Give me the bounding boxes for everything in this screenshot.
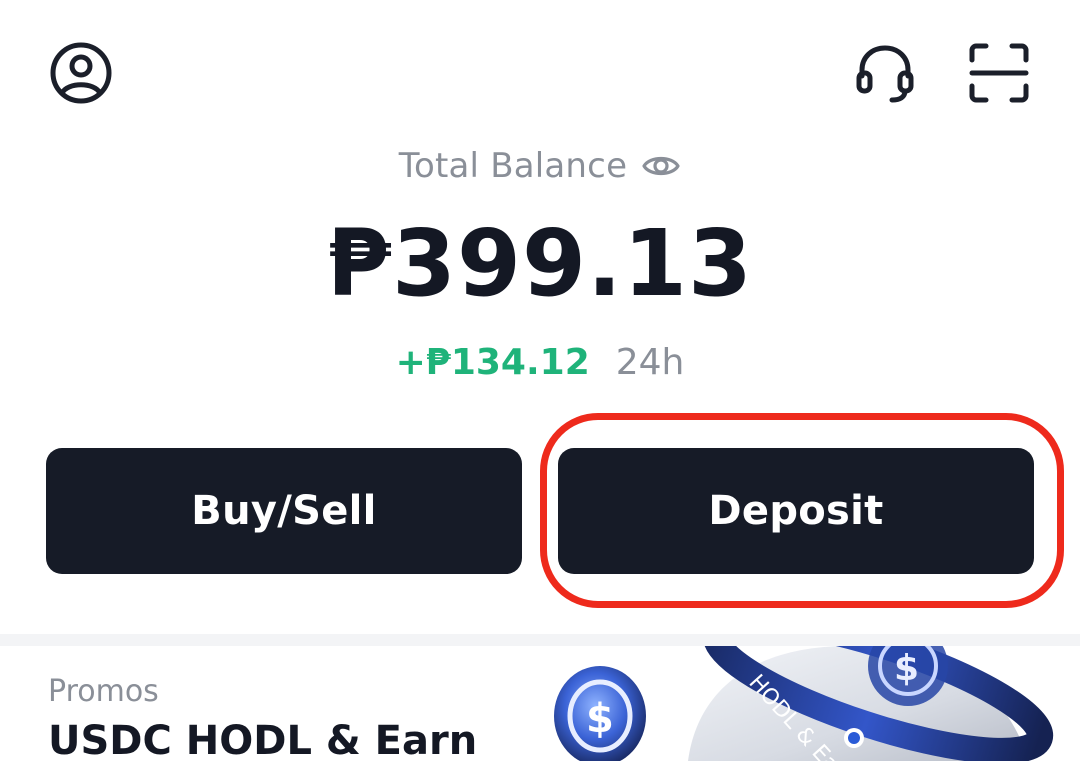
balance-change-period: 24h bbox=[615, 342, 685, 383]
svg-text:$: $ bbox=[586, 696, 614, 742]
profile-button[interactable] bbox=[48, 40, 114, 106]
support-button[interactable] bbox=[852, 40, 918, 106]
toggle-visibility-button[interactable] bbox=[641, 146, 681, 186]
balance-change-value: +₱134.12 bbox=[395, 342, 590, 383]
scan-button[interactable] bbox=[966, 40, 1032, 106]
promo-title: USDC HODL & Earn bbox=[48, 718, 478, 761]
deposit-button[interactable]: Deposit bbox=[558, 448, 1034, 574]
total-balance-amount: ₱399.13 bbox=[326, 210, 754, 317]
buy-sell-button[interactable]: Buy/Sell bbox=[46, 448, 522, 574]
eye-icon bbox=[642, 156, 680, 176]
user-circle-icon bbox=[50, 42, 112, 104]
promo-tag: Promos bbox=[48, 674, 159, 709]
balance-header: Total Balance bbox=[0, 146, 1080, 186]
wallet-home-screen: Total Balance ₱399.13 +₱134.12 24h Buy/S… bbox=[0, 0, 1080, 761]
svg-text:$: $ bbox=[894, 648, 919, 689]
usdc-promo-illustration: HODL & Earn $ $ bbox=[554, 646, 1054, 761]
headset-icon bbox=[856, 45, 914, 103]
balance-change-row: +₱134.12 24h bbox=[0, 342, 1080, 383]
promo-card[interactable]: Promos USDC HODL & Earn HODL & Earn $ $ bbox=[0, 646, 1080, 761]
scan-frame-icon bbox=[969, 43, 1029, 103]
total-balance-label: Total Balance bbox=[398, 146, 628, 186]
section-divider bbox=[0, 634, 1080, 646]
